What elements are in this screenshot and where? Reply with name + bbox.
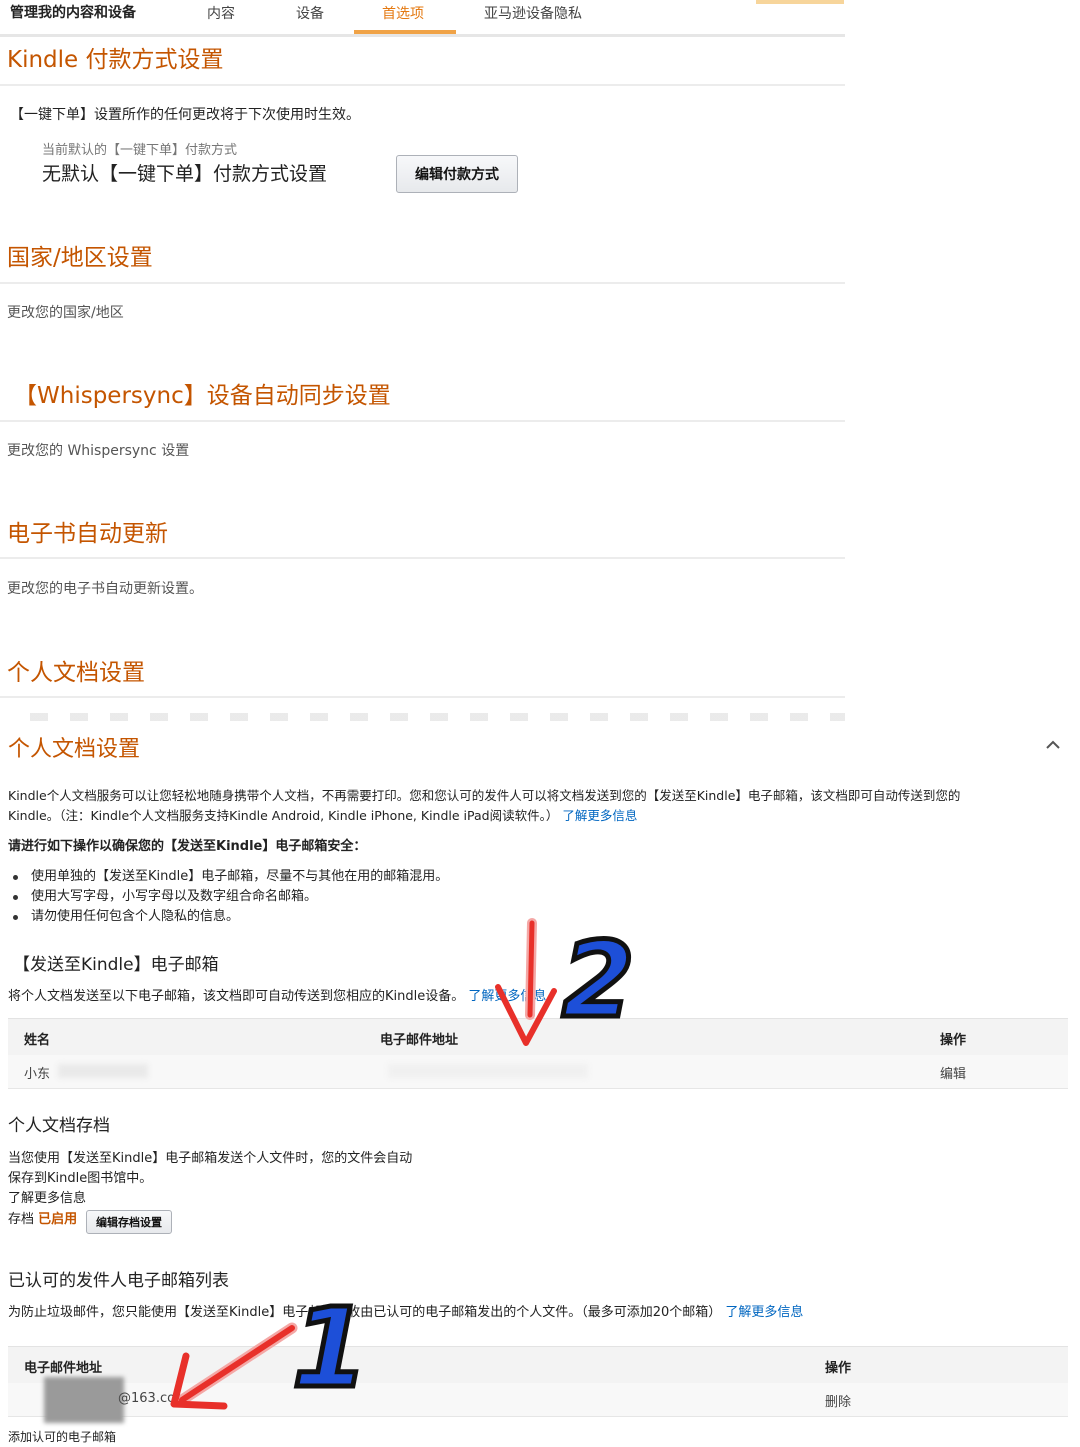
tab-device-privacy[interactable]: 亚马逊设备隐私 (484, 3, 582, 23)
edit-email-link[interactable]: 编辑 (940, 1063, 966, 1082)
divider (0, 282, 845, 284)
payment-title: Kindle 付款方式设置 (7, 47, 224, 73)
personal-learn-more-link[interactable]: 了解更多信息 (562, 808, 637, 823)
security-title: 请进行如下操作以确保您的【发送至Kindle】电子邮箱安全： (8, 839, 367, 854)
personal-docs-top-title[interactable]: 个人文档设置 (7, 653, 145, 687)
send-to-kindle-title: 【发送至Kindle】电子邮箱 (13, 955, 219, 975)
divider (0, 420, 845, 422)
ebook-title: 电子书自动更新 (7, 521, 168, 547)
col-email: 电子邮件地址 (380, 1033, 459, 1048)
divider (0, 696, 845, 698)
chevron-up-icon[interactable] (1044, 738, 1062, 752)
region-title: 国家/地区设置 (7, 245, 153, 271)
nav-corner-accent (756, 0, 844, 4)
whispersync-title: 【Whispersync】设备自动同步设置 (14, 383, 391, 409)
delete-email-link[interactable]: 删除 (825, 1391, 851, 1410)
approved-desc-line: 为防止垃圾邮件，您只能使用【发送至Kindle】电子邮箱接收由已认可的电子邮箱发… (8, 1303, 803, 1323)
personal-intro-line2: Kindle。（注：Kindle个人文档服务支持Kindle Android, … (8, 806, 637, 826)
archive-title: 个人文档存档 (8, 1116, 110, 1136)
col-action: 操作 (940, 1033, 967, 1048)
bullet-dot (13, 895, 18, 900)
table-row: 小东 编辑 (8, 1055, 1068, 1089)
security-bullet-3: 请勿使用任何包含个人隐私的信息。 (31, 909, 240, 924)
bullet-dot (13, 875, 18, 880)
col-name: 姓名 (24, 1033, 51, 1048)
personal-docs-title: 个人文档设置 (8, 737, 141, 762)
send-to-kindle-desc-line: 将个人文档发送至以下电子邮箱，该文档即可自动传送到您相应的Kindle设备。 了… (8, 987, 546, 1007)
ebook-desc[interactable]: 更改您的电子书自动更新设置。 (7, 578, 203, 598)
region-desc[interactable]: 更改您的国家/地区 (7, 302, 124, 322)
archive-status: 存档 已启用 (8, 1210, 77, 1230)
redacted-email (58, 1064, 148, 1078)
col-email: 电子邮件地址 (24, 1361, 103, 1376)
edit-payment-button[interactable]: 编辑付款方式 (396, 155, 518, 193)
divider (0, 84, 845, 86)
whispersync-desc[interactable]: 更改您的 Whispersync 设置 (7, 440, 189, 460)
archive-status-value: 已启用 (38, 1212, 78, 1227)
tab-content[interactable]: 内容 (207, 3, 235, 23)
add-approved-email-link[interactable]: 添加认可的电子邮箱 (8, 1427, 116, 1447)
archive-status-label: 存档 (8, 1212, 35, 1227)
redacted-email (44, 1377, 124, 1423)
send-to-kindle-desc: 将个人文档发送至以下电子邮箱，该文档即可自动传送到您相应的Kindle设备。 (8, 989, 465, 1004)
active-tab-underline (354, 30, 456, 34)
approved-title: 已认可的发件人电子邮箱列表 (8, 1271, 229, 1291)
nav-brand[interactable]: 管理我的内容和设备 (10, 2, 136, 22)
cropped-text-strip (30, 713, 845, 721)
bullet-dot (13, 915, 18, 920)
divider (0, 557, 845, 559)
payment-current-label: 当前默认的【一键下单】付款方式 (42, 143, 238, 158)
redacted-email (388, 1064, 588, 1078)
approved-learn-more-link[interactable]: 了解更多信息 (725, 1305, 803, 1320)
payment-note: 【一键下单】设置所作的任何更改将于下次使用时生效。 (10, 107, 360, 123)
personal-intro-text: Kindle。（注：Kindle个人文档服务支持Kindle Android, … (8, 808, 559, 823)
payment-current-value: 无默认【一键下单】付款方式设置 (42, 163, 328, 185)
annotation-arrow-1 (170, 1322, 298, 1410)
tab-devices[interactable]: 设备 (296, 3, 324, 23)
archive-learn-more-link[interactable]: 了解更多信息 (8, 1189, 86, 1209)
top-nav: 管理我的内容和设备 内容 设备 首选项 亚马逊设备隐私 (0, 0, 845, 37)
annotation-number-1: 1 (290, 1284, 372, 1412)
col-action: 操作 (825, 1361, 852, 1376)
tab-preferences[interactable]: 首选项 (382, 3, 424, 23)
edit-archive-button[interactable]: 编辑存档设置 (86, 1210, 172, 1234)
row-name: 小东 (24, 1067, 51, 1082)
annotation-number-2: 2 (559, 919, 636, 1041)
security-bullet-2: 使用大写字母，小写字母以及数字组合命名邮箱。 (31, 889, 318, 904)
personal-intro-line1: Kindle个人文档服务可以让您轻松地随身携带个人文档，不再需要打印。您和您认可… (8, 788, 961, 803)
security-bullet-1: 使用单独的【发送至Kindle】电子邮箱，尽量不与其他在用的邮箱混用。 (31, 869, 449, 884)
archive-desc-line1: 当您使用【发送至Kindle】电子邮箱发送个人文件时，您的文件会自动 (8, 1151, 413, 1166)
archive-desc-line2: 保存到Kindle图书馆中。 (8, 1171, 153, 1186)
